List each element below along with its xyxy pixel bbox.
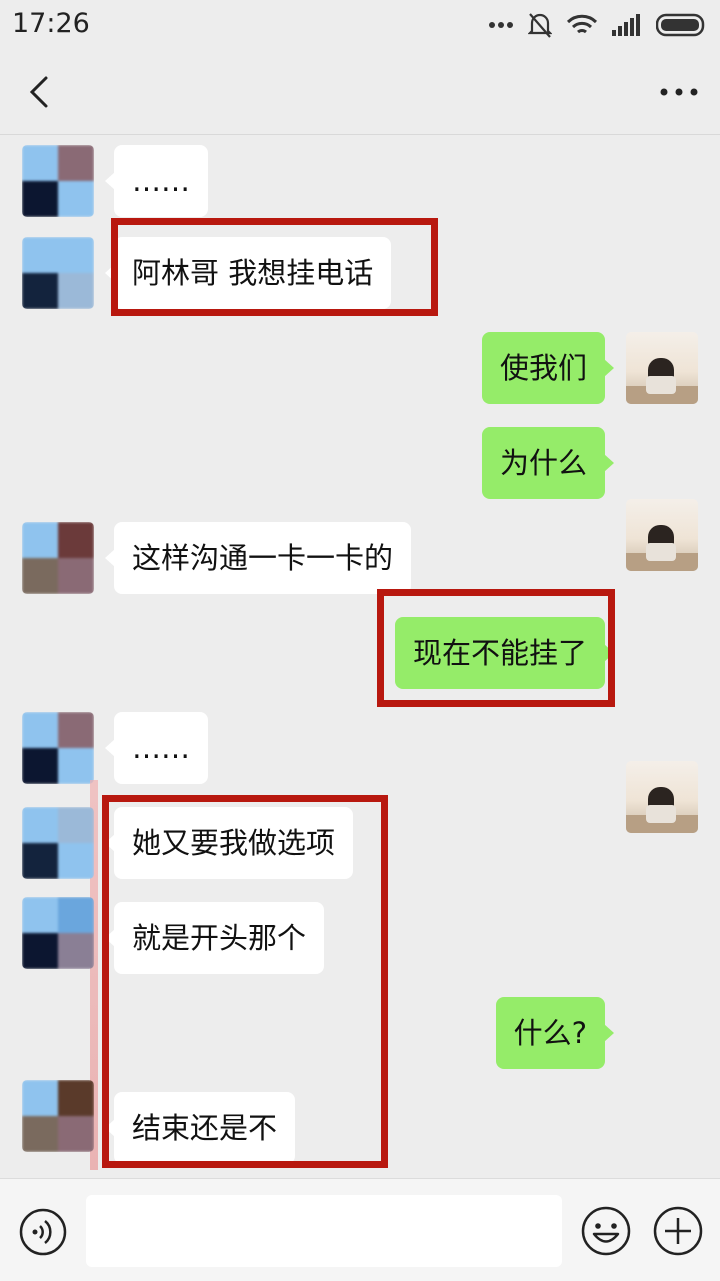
message-bubble-outgoing[interactable]: 使我们 <box>481 332 615 404</box>
message-bubble-outgoing[interactable]: 现在不能挂了 <box>394 617 615 689</box>
status-icons <box>488 10 708 40</box>
message-bubble-incoming[interactable]: 阿林哥 我想挂电话 <box>104 237 392 309</box>
mute-bell-icon <box>528 13 552 38</box>
more-icon[interactable] <box>654 72 704 112</box>
message-bubble-incoming[interactable]: 结束还是不 <box>104 1092 296 1164</box>
cell-signal-icon <box>612 14 640 36</box>
contact-avatar[interactable] <box>22 145 94 217</box>
message-input[interactable] <box>86 1195 562 1267</box>
self-avatar[interactable] <box>626 499 698 571</box>
message-bubble-incoming[interactable]: …… <box>105 145 208 217</box>
chat-header <box>0 50 720 135</box>
message-bubble-incoming[interactable]: 她又要我做选项 <box>104 807 354 879</box>
message-list[interactable]: …… 阿林哥 我想挂电话 使我们 为什么 这样沟通一卡一卡的 现在不能挂了 ……… <box>0 135 720 1177</box>
signal-dots-icon <box>489 22 513 28</box>
contact-avatar[interactable] <box>22 1080 94 1152</box>
message-bubble-outgoing[interactable]: 为什么 <box>481 427 615 499</box>
emoji-icon[interactable] <box>580 1205 632 1257</box>
self-avatar[interactable] <box>626 761 698 833</box>
voice-icon[interactable] <box>18 1207 68 1257</box>
input-bar <box>0 1178 720 1281</box>
battery-icon <box>656 13 705 37</box>
message-bubble-incoming[interactable]: …… <box>105 712 208 784</box>
status-bar: 17:26 <box>0 0 720 50</box>
status-time: 17:26 <box>12 8 90 39</box>
contact-avatar[interactable] <box>22 522 94 594</box>
wifi-icon <box>566 14 598 34</box>
back-icon[interactable] <box>20 72 60 112</box>
message-bubble-incoming[interactable]: 就是开头那个 <box>104 902 325 974</box>
contact-avatar[interactable] <box>22 807 94 879</box>
message-bubble-outgoing[interactable]: 什么? <box>495 997 615 1069</box>
contact-avatar[interactable] <box>22 897 94 969</box>
contact-avatar[interactable] <box>22 237 94 309</box>
message-bubble-incoming[interactable]: 这样沟通一卡一卡的 <box>104 522 412 594</box>
self-avatar[interactable] <box>626 332 698 404</box>
contact-avatar[interactable] <box>22 712 94 784</box>
plus-icon[interactable] <box>652 1205 704 1257</box>
